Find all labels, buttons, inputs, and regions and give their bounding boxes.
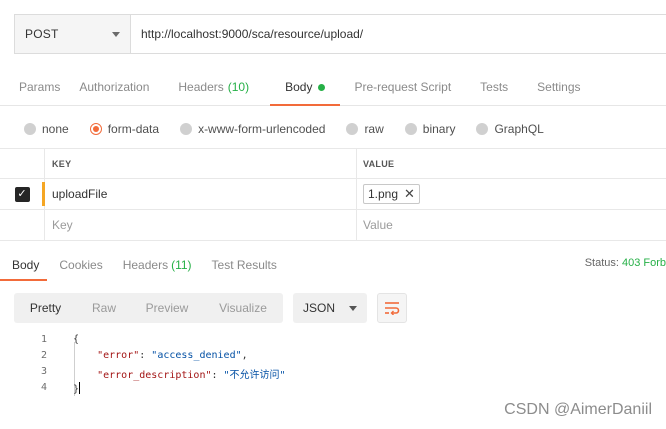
tab-label: Headers: [122, 258, 169, 272]
line-number: 4: [40, 382, 47, 393]
key-input[interactable]: Key: [45, 210, 357, 240]
view-visualize-button[interactable]: Visualize: [203, 293, 283, 323]
table-row-new: Key Value: [0, 210, 666, 241]
body-type-radio-group: none form-data x-www-form-urlencoded raw…: [24, 118, 565, 140]
status-readout: Status: 403 Forb: [585, 257, 666, 269]
checkbox-checked-icon[interactable]: ✓: [14, 186, 30, 202]
radio-raw[interactable]: raw: [346, 122, 384, 136]
tab-label: Settings: [537, 80, 581, 94]
url-input[interactable]: http://localhost:9000/sca/resource/uploa…: [131, 15, 666, 53]
radio-icon: [180, 123, 193, 135]
radio-icon: [346, 123, 359, 135]
key-column-header: KEY: [45, 149, 357, 178]
tab-headers[interactable]: Headers (10): [163, 69, 259, 105]
radio-label: binary: [422, 122, 456, 136]
method-label: POST: [25, 27, 59, 41]
watermark: CSDN @AimerDaniil: [504, 401, 652, 418]
request-tabs: Params Authorization Headers (10) Body Pr…: [0, 70, 666, 106]
radio-none[interactable]: none: [24, 122, 69, 136]
headers-count-badge: (10): [227, 80, 250, 94]
line-number: 2: [40, 350, 47, 361]
form-data-table: KEY VALUE ✓ uploadFile 1.png ✕ Key Value: [0, 148, 666, 241]
code-line: "error_description": "不允许访问": [97, 370, 286, 381]
value-cell[interactable]: 1.png ✕: [357, 179, 666, 209]
view-mode-segment: Pretty Raw Preview Visualize: [14, 293, 283, 323]
view-raw-button[interactable]: Raw: [77, 293, 131, 323]
close-icon[interactable]: ✕: [404, 186, 415, 202]
value-input[interactable]: Value: [357, 210, 666, 240]
line-number: 3: [40, 366, 47, 377]
table-row: ✓ uploadFile 1.png ✕: [0, 179, 666, 210]
radio-label: GraphQL: [494, 122, 544, 136]
tab-label: Pre-request Script: [354, 80, 452, 94]
code-token: ,: [241, 350, 248, 361]
tab-label: Cookies: [59, 258, 103, 272]
modified-dot-icon: [318, 83, 326, 91]
tab-label: Tests: [480, 80, 509, 94]
tab-tests[interactable]: Tests: [466, 69, 523, 105]
key-cell[interactable]: uploadFile: [45, 179, 357, 209]
radio-label: form-data: [107, 122, 160, 136]
text-cursor: [79, 382, 81, 394]
chevron-down-icon: [112, 31, 120, 37]
status-label: Status:: [584, 257, 619, 269]
radio-selected-icon: [89, 123, 102, 135]
radio-graphql[interactable]: GraphQL: [476, 122, 544, 136]
chevron-down-icon: [349, 305, 357, 311]
row-check-cell: [0, 210, 45, 240]
tab-label: Params: [19, 80, 61, 94]
tab-label: Authorization: [79, 80, 150, 94]
radio-form-data[interactable]: form-data: [89, 122, 160, 136]
json-value: "access_denied": [151, 350, 242, 361]
radio-label: none: [42, 122, 69, 136]
wrap-lines-icon: [385, 302, 400, 315]
json-value: "不允许访问": [223, 370, 286, 381]
line-number: 1: [40, 334, 47, 345]
radio-icon: [24, 123, 36, 135]
radio-label: raw: [364, 122, 384, 136]
radio-binary[interactable]: binary: [404, 122, 456, 136]
json-key: "error_description": [97, 370, 212, 381]
headers-count-badge: (11): [171, 258, 192, 272]
code-token: {: [73, 334, 80, 345]
file-chip: 1.png ✕: [363, 184, 420, 204]
radio-icon: [476, 123, 489, 135]
view-pretty-button[interactable]: Pretty: [14, 293, 77, 323]
tab-settings[interactable]: Settings: [523, 69, 590, 105]
row-check-cell: ✓: [0, 179, 45, 209]
header-check-cell: [0, 149, 45, 178]
tab-pre-request-script[interactable]: Pre-request Script: [340, 69, 466, 105]
format-select[interactable]: JSON: [293, 293, 367, 323]
tab-label: Headers: [178, 80, 224, 94]
tab-response-headers[interactable]: Headers (11): [111, 249, 200, 281]
value-column-header: VALUE: [363, 158, 395, 169]
request-bar: POST http://localhost:9000/sca/resource/…: [14, 14, 666, 54]
tab-authorization[interactable]: Authorization: [75, 69, 163, 105]
format-label: JSON: [303, 301, 336, 315]
method-select[interactable]: POST: [15, 15, 131, 53]
code-line: "error": "access_denied",: [97, 350, 248, 361]
tab-label: Body: [12, 258, 40, 272]
tab-label: Body: [285, 80, 313, 94]
tab-response-body[interactable]: Body: [0, 249, 48, 281]
radio-x-www-form-urlencoded[interactable]: x-www-form-urlencoded: [180, 122, 325, 136]
tab-body[interactable]: Body: [270, 69, 341, 106]
file-name: 1.png: [368, 187, 399, 201]
code-line: {: [73, 334, 79, 345]
view-preview-button[interactable]: Preview: [131, 293, 203, 323]
response-tabs: Body Cookies Headers (11) Test Results St…: [0, 249, 666, 281]
tab-response-cookies[interactable]: Cookies: [47, 249, 110, 281]
code-line: }: [73, 382, 81, 395]
radio-icon: [404, 123, 417, 135]
radio-label: x-www-form-urlencoded: [198, 122, 326, 136]
wrap-lines-button[interactable]: [377, 293, 407, 323]
tab-test-results[interactable]: Test Results: [200, 249, 285, 281]
tab-label: Test Results: [211, 258, 277, 272]
table-header-row: KEY VALUE: [0, 148, 666, 179]
tab-params[interactable]: Params: [0, 69, 75, 105]
json-key: "error": [97, 350, 140, 361]
status-badge: 403 Forb: [621, 257, 666, 269]
